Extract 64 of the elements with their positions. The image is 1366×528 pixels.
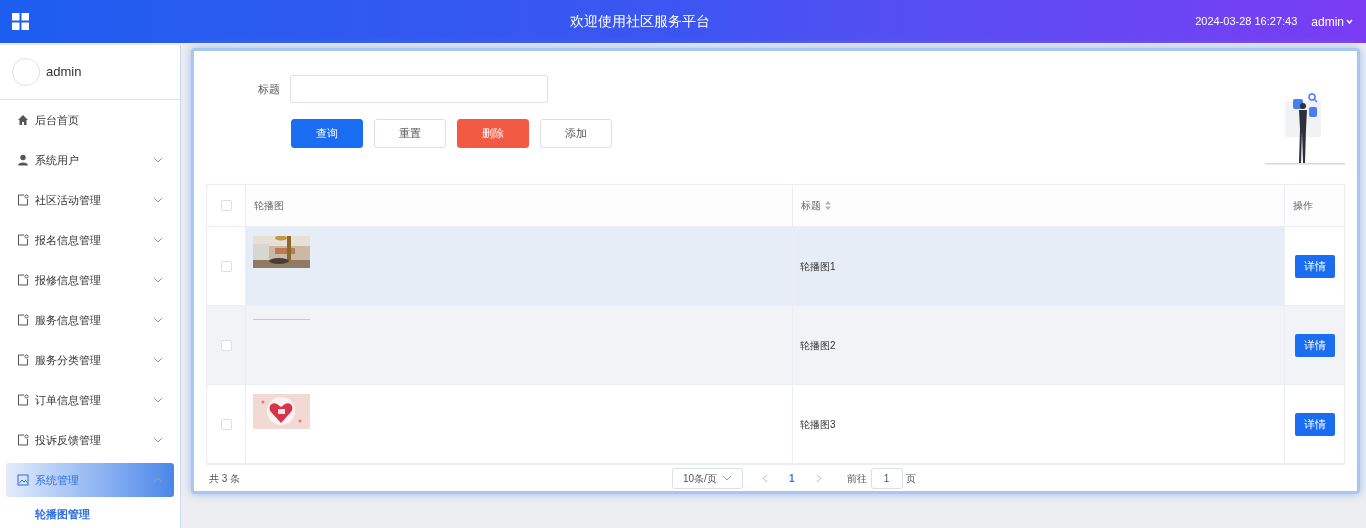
table-cell-text: 轮播图1 [800, 259, 836, 274]
goto-suffix: 页 [905, 471, 916, 486]
chevron-icon [153, 477, 163, 483]
sidebar-username: admin [46, 63, 82, 82]
details-button[interactable]: 详情 [1294, 254, 1335, 278]
column-header: 操作 [1293, 199, 1313, 213]
menu-item[interactable]: 报修信息管理 [6, 263, 174, 297]
chevron-icon [153, 277, 163, 283]
sort-icon[interactable] [825, 201, 831, 210]
chevron-icon [153, 397, 163, 403]
chevron-icon [153, 437, 163, 443]
chevron-icon [722, 475, 732, 481]
menu-item[interactable]: 系统用户 [6, 143, 174, 177]
user-icon [17, 154, 29, 166]
menu-item[interactable]: 服务信息管理 [6, 303, 174, 337]
table-cell-text: 轮播图3 [800, 417, 836, 432]
goto-page-input[interactable]: 1 [870, 467, 903, 489]
prev-page-icon[interactable] [762, 473, 768, 483]
document-icon [17, 194, 29, 206]
table-cell-text: 轮播图2 [800, 338, 836, 353]
details-button[interactable]: 详情 [1294, 333, 1335, 357]
chevron-icon [153, 157, 163, 163]
document-icon [17, 354, 29, 366]
chevron-icon [153, 317, 163, 323]
datetime: 2024-03-28 16:27:43 [1195, 14, 1298, 30]
grid-icon[interactable] [12, 13, 29, 30]
submenu-item[interactable]: 轮播图管理 [6, 500, 174, 528]
row-checkbox[interactable] [220, 339, 232, 351]
column-header: 轮播图 [254, 199, 284, 213]
select-all-checkbox[interactable] [220, 200, 232, 211]
page-title: 欢迎使用社区服务平台 [570, 12, 711, 31]
total-count: 共 3 条 [208, 471, 242, 486]
page-size-select[interactable]: 10条/页 [672, 467, 743, 489]
goto-label: 前往 [846, 471, 867, 486]
document-icon [17, 314, 29, 326]
avatar [12, 58, 40, 86]
title-input[interactable] [290, 75, 548, 103]
menu-item[interactable]: 报名信息管理 [6, 223, 174, 257]
document-icon [17, 234, 29, 246]
chevron-icon [153, 237, 163, 243]
document-icon [17, 274, 29, 286]
chevron-icon [153, 197, 163, 203]
row-checkbox[interactable] [220, 260, 232, 272]
action-button[interactable]: 添加 [540, 119, 612, 148]
action-button[interactable]: 查询 [291, 119, 363, 148]
home-icon [17, 114, 29, 126]
menu-item[interactable]: 投诉反馈管理 [6, 423, 174, 457]
image-icon [17, 474, 29, 486]
row-checkbox[interactable] [220, 418, 232, 430]
page-number[interactable]: 1 [789, 470, 795, 486]
menu-item[interactable]: 后台首页 [6, 103, 174, 137]
menu-item[interactable]: 服务分类管理 [6, 343, 174, 377]
document-icon [17, 394, 29, 406]
chevron-icon [153, 357, 163, 363]
menu-item[interactable]: 订单信息管理 [6, 383, 174, 417]
field-label: 标题 [258, 81, 280, 97]
document-icon [17, 434, 29, 446]
action-button[interactable]: 重置 [374, 119, 446, 148]
menu-item[interactable]: 社区活动管理 [6, 183, 174, 217]
details-button[interactable]: 详情 [1294, 412, 1335, 436]
column-header: 标题 [801, 199, 821, 213]
next-page-icon[interactable] [815, 473, 822, 483]
caret-icon [1346, 19, 1353, 24]
user-menu[interactable]: admin [1311, 12, 1353, 31]
